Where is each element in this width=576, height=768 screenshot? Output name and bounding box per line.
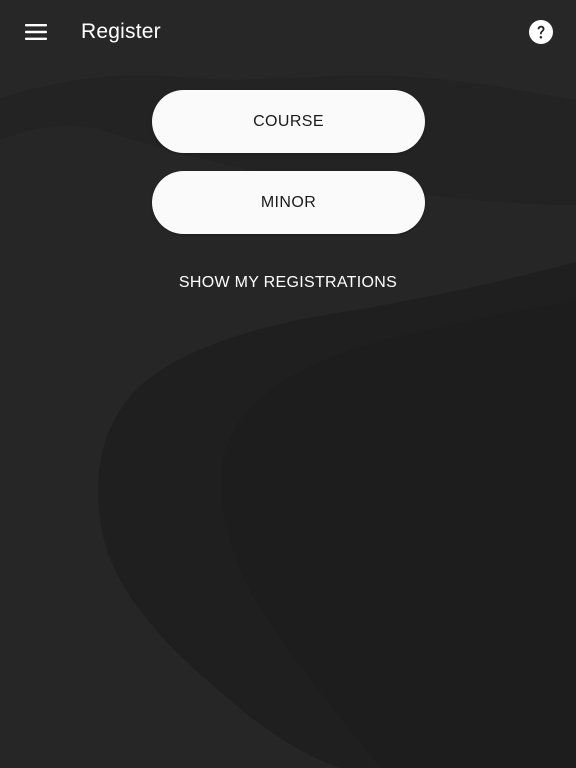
help-circle-icon[interactable] (528, 19, 554, 45)
app-bar: Register (0, 0, 576, 64)
course-button[interactable]: COURSE (152, 90, 425, 153)
page-title: Register (81, 20, 161, 43)
hamburger-menu-icon[interactable] (16, 12, 56, 52)
show-my-registrations-button[interactable]: SHOW MY REGISTRATIONS (150, 270, 426, 296)
register-screen: Register COURSE MINOR SHOW MY REGISTRATI… (0, 0, 576, 768)
minor-button[interactable]: MINOR (152, 171, 425, 234)
